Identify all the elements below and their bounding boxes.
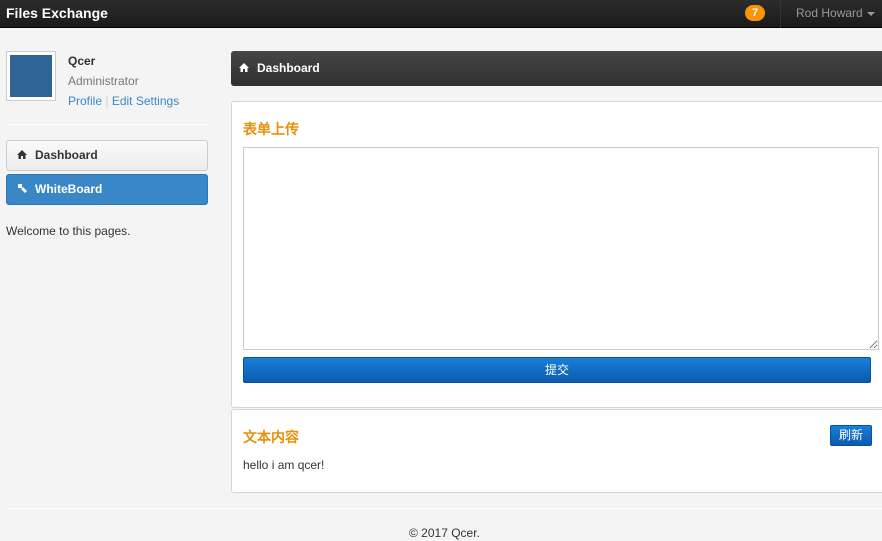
paint-icon xyxy=(15,176,29,205)
submit-button[interactable]: 提交 xyxy=(243,357,871,383)
navbar-divider xyxy=(780,0,781,28)
footer-copyright: © 2017 Qcer. xyxy=(409,526,480,540)
page-title: Dashboard xyxy=(257,61,320,75)
profile-links: Profile | Edit Settings xyxy=(68,94,179,108)
profile-name: Qcer xyxy=(68,54,96,68)
upload-form-box: 表单上传 提交 xyxy=(231,101,882,408)
sidebar-item-label: WhiteBoard xyxy=(35,182,103,196)
text-content-box: 文本内容 刷新 hello i am qcer! xyxy=(231,409,882,493)
sidebar-item-whiteboard[interactable]: WhiteBoard xyxy=(6,174,208,205)
profile-role: Administrator xyxy=(68,74,139,88)
chevron-down-icon xyxy=(866,11,875,16)
footer-divider xyxy=(6,508,882,509)
content-text: hello i am qcer! xyxy=(243,458,325,472)
top-navbar: Files Exchange 7 Rod Howard xyxy=(0,0,882,28)
sidebar-item-dashboard[interactable]: Dashboard xyxy=(6,140,208,171)
brand-title[interactable]: Files Exchange xyxy=(6,5,108,21)
profile-link[interactable]: Profile xyxy=(68,94,102,108)
avatar xyxy=(6,51,56,101)
link-separator: | xyxy=(105,94,109,108)
user-name: Rod Howard xyxy=(796,6,863,20)
text-content-title: 文本内容 xyxy=(243,429,299,445)
sidebar-item-label: Dashboard xyxy=(35,148,98,162)
upload-textarea[interactable] xyxy=(243,147,879,350)
page-title-bar: Dashboard xyxy=(231,51,882,86)
user-menu[interactable]: Rod Howard xyxy=(796,6,875,20)
welcome-text: Welcome to this pages. xyxy=(6,224,131,238)
home-icon xyxy=(239,52,251,87)
edit-settings-link[interactable]: Edit Settings xyxy=(112,94,179,108)
refresh-button[interactable]: 刷新 xyxy=(830,425,872,446)
avatar-image xyxy=(10,55,52,97)
home-icon xyxy=(15,142,29,171)
sidebar-divider xyxy=(6,124,208,125)
upload-form-title: 表单上传 xyxy=(243,121,299,137)
notification-badge[interactable]: 7 xyxy=(745,5,765,21)
